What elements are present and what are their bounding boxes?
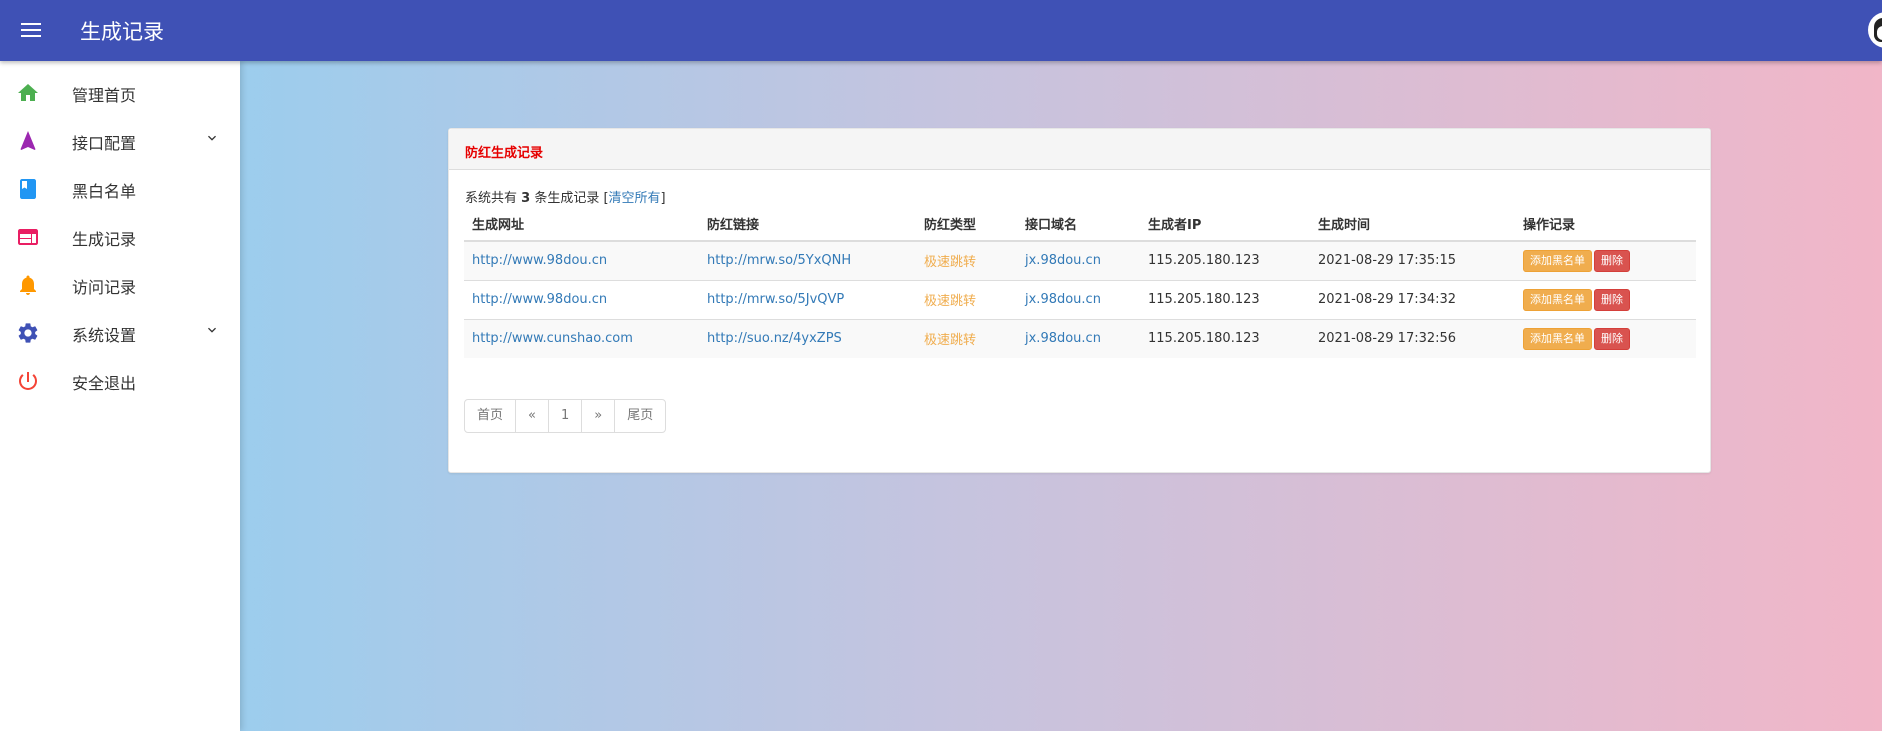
generated-url[interactable]: http://www.98dou.cn <box>464 240 699 280</box>
sidebar-item-label: 生成记录 <box>72 230 137 249</box>
chevron-down-icon <box>208 327 216 333</box>
table-row: http://www.98dou.cn http://mrw.so/5YxQNH… <box>464 240 1696 280</box>
page-number-button[interactable]: 1 <box>547 400 581 432</box>
generated-url[interactable]: http://www.cunshao.com <box>464 318 699 358</box>
records-summary: 系统共有 3 条生成记录 [清空所有] <box>465 187 666 206</box>
add-blacklist-button[interactable]: 添加黑名单 <box>1523 327 1592 350</box>
clear-all-link[interactable]: 清空所有 <box>609 191 661 206</box>
last-page-button[interactable]: 尾页 <box>614 400 665 432</box>
created-time: 2021-08-29 17:34:32 <box>1310 279 1515 319</box>
panel-heading: 防红生成记录 <box>449 129 1710 170</box>
row-actions: 添加黑名单 删除 <box>1515 279 1696 319</box>
creator-ip: 115.205.180.123 <box>1140 240 1310 280</box>
sidebar-item-label: 管理首页 <box>72 86 137 105</box>
table-row: http://www.cunshao.com http://suo.nz/4yx… <box>464 318 1696 358</box>
records-panel: 防红生成记录 系统共有 3 条生成记录 [清空所有] 生成网址 防红链接 防红类… <box>448 128 1711 473</box>
generated-url[interactable]: http://www.98dou.cn <box>464 279 699 319</box>
column-header: 防红类型 <box>916 207 1017 242</box>
creator-ip: 115.205.180.123 <box>1140 318 1310 358</box>
panel-title: 防红生成记录 <box>465 146 544 161</box>
app-bar: 生成记录 <box>0 0 1882 61</box>
jump-type: 极速跳转 <box>916 318 1017 358</box>
next-page-button[interactable]: » <box>581 400 614 432</box>
sidebar-item-records[interactable]: 生成记录 <box>0 212 240 260</box>
menu-icon[interactable] <box>18 18 44 44</box>
column-header: 生成者IP <box>1140 207 1310 242</box>
delete-button[interactable]: 删除 <box>1594 327 1630 350</box>
row-actions: 添加黑名单 删除 <box>1515 318 1696 358</box>
page-title: 生成记录 <box>80 20 164 44</box>
delete-button[interactable]: 删除 <box>1594 288 1630 311</box>
created-time: 2021-08-29 17:32:56 <box>1310 318 1515 358</box>
bell-icon <box>20 275 36 295</box>
api-domain[interactable]: jx.98dou.cn <box>1017 240 1140 280</box>
sidebar-item-label: 访问记录 <box>72 278 137 297</box>
record-count: 3 <box>521 191 531 206</box>
sidebar-item-home[interactable]: 管理首页 <box>0 68 240 116</box>
navigation-icon <box>20 131 36 150</box>
column-header: 生成网址 <box>464 207 699 242</box>
pagination: 首页 « 1 » 尾页 <box>464 399 667 433</box>
gear-icon <box>18 323 38 343</box>
home-icon <box>18 84 38 101</box>
prev-page-button[interactable]: « <box>515 400 548 432</box>
summary-end: ] <box>660 191 666 206</box>
sidebar-item-api-config[interactable]: 接口配置 <box>0 116 240 164</box>
first-page-button[interactable]: 首页 <box>465 400 515 432</box>
avatar[interactable] <box>1868 12 1882 48</box>
column-header: 防红链接 <box>699 207 916 242</box>
jump-type: 极速跳转 <box>916 240 1017 280</box>
sidebar-item-settings[interactable]: 系统设置 <box>0 308 240 356</box>
table-row: http://www.98dou.cn http://mrw.so/5JvQVP… <box>464 279 1696 319</box>
add-blacklist-button[interactable]: 添加黑名单 <box>1523 288 1592 311</box>
chevron-down-icon <box>208 135 216 141</box>
book-icon <box>20 179 36 199</box>
api-domain[interactable]: jx.98dou.cn <box>1017 318 1140 358</box>
delete-button[interactable]: 删除 <box>1594 249 1630 272</box>
sidebar-item-logout[interactable]: 安全退出 <box>0 356 240 404</box>
api-domain[interactable]: jx.98dou.cn <box>1017 279 1140 319</box>
created-time: 2021-08-29 17:35:15 <box>1310 240 1515 280</box>
row-actions: 添加黑名单 删除 <box>1515 240 1696 280</box>
web-icon <box>18 229 38 245</box>
sidebar-item-label: 安全退出 <box>72 374 137 393</box>
column-header: 接口域名 <box>1017 207 1140 242</box>
short-link[interactable]: http://mrw.so/5JvQVP <box>699 279 916 319</box>
column-header: 操作记录 <box>1515 207 1696 242</box>
records-table: 生成网址 防红链接 防红类型 接口域名 生成者IP 生成时间 操作记录 http… <box>464 207 1696 358</box>
summary-prefix: 系统共有 <box>465 191 522 206</box>
sidebar: 管理首页 接口配置 黑白名单 生成记录 访问记录 系统设置 安全退出 <box>0 61 240 731</box>
sidebar-item-blacklist[interactable]: 黑白名单 <box>0 164 240 212</box>
short-link[interactable]: http://mrw.so/5YxQNH <box>699 240 916 280</box>
summary-suffix: 条生成记录 [ <box>530 191 609 206</box>
power-icon <box>18 372 37 390</box>
sidebar-item-label: 黑白名单 <box>72 182 137 201</box>
short-link[interactable]: http://suo.nz/4yxZPS <box>699 318 916 358</box>
creator-ip: 115.205.180.123 <box>1140 279 1310 319</box>
sidebar-item-label: 系统设置 <box>72 326 137 345</box>
column-header: 生成时间 <box>1310 207 1515 242</box>
sidebar-item-label: 接口配置 <box>72 134 137 153</box>
jump-type: 极速跳转 <box>916 279 1017 319</box>
sidebar-item-visits[interactable]: 访问记录 <box>0 260 240 308</box>
add-blacklist-button[interactable]: 添加黑名单 <box>1523 249 1592 272</box>
